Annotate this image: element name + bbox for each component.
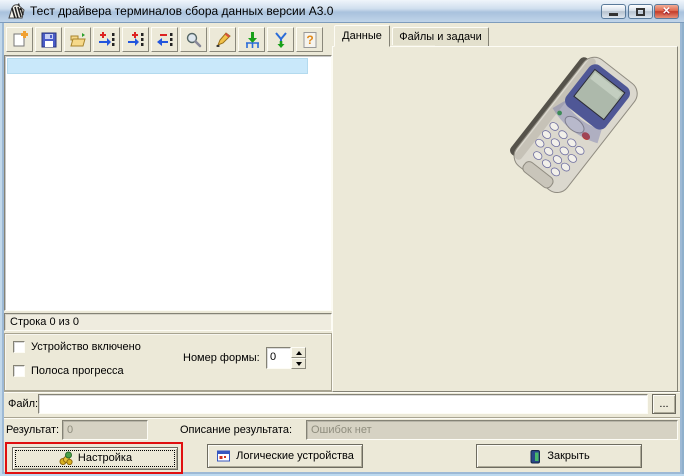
tab-files-tasks[interactable]: Файлы и задачи <box>392 27 489 47</box>
progress-bar-label: Полоса прогресса <box>31 365 124 378</box>
form-number-spinner[interactable]: 0 <box>266 347 306 369</box>
separator <box>4 417 680 419</box>
result-description-field: Ошибок нет <box>306 420 678 440</box>
minimize-icon <box>609 13 618 16</box>
settings-hand-icon <box>58 451 73 466</box>
settings-button[interactable]: Настройка <box>12 447 178 470</box>
form-number-label: Номер формы: <box>183 352 260 365</box>
spin-down-button[interactable] <box>291 358 306 369</box>
toolbar-new-button[interactable] <box>6 27 33 52</box>
maximize-icon <box>636 8 645 16</box>
device-on-label: Устройство включено <box>31 341 141 354</box>
help-icon: ? <box>301 31 319 49</box>
exit-door-icon <box>528 449 542 464</box>
result-label: Результат: <box>6 424 59 437</box>
arrow-down-icon <box>296 362 302 366</box>
close-app-label: Закрыть <box>547 450 589 463</box>
minimize-button[interactable] <box>601 4 626 19</box>
tab-data-label: Данные <box>342 30 382 43</box>
logical-devices-button[interactable]: Логические устройства <box>207 444 363 468</box>
svg-text:?: ? <box>306 33 313 47</box>
app-window: Тест драйвера терминалов сбора данных ве… <box>0 0 684 476</box>
zebra-icon <box>7 3 26 20</box>
toolbar-add-record-button[interactable] <box>122 27 149 52</box>
save-icon <box>40 31 58 49</box>
toolbar-post-button[interactable] <box>238 27 265 52</box>
edit-clear-icon <box>214 31 232 49</box>
titlebar[interactable]: Тест драйвера терминалов сбора данных ве… <box>0 0 684 23</box>
insert-record-icon <box>98 31 116 49</box>
close-app-button[interactable]: Закрыть <box>476 444 642 468</box>
window-title: Тест драйвера терминалов сбора данных ве… <box>30 5 333 18</box>
browse-button[interactable]: ... <box>652 394 676 414</box>
toolbar-insert-record-button[interactable] <box>93 27 120 52</box>
file-path-field[interactable] <box>38 394 648 414</box>
add-record-icon <box>127 31 145 49</box>
remove-record-icon <box>156 31 174 49</box>
toolbar-edit-button[interactable] <box>209 27 236 52</box>
toolbar-commit-button[interactable] <box>267 27 294 52</box>
toolbar-search-button[interactable] <box>180 27 207 52</box>
tab-data[interactable]: Данные <box>334 25 390 47</box>
file-label: Файл: <box>8 398 38 411</box>
open-folder-icon <box>69 31 87 49</box>
result-field: 0 <box>62 420 148 440</box>
result-description-label: Описание результата: <box>180 424 292 437</box>
toolbar-remove-record-button[interactable] <box>151 27 178 52</box>
settings-label: Настройка <box>78 452 132 465</box>
maximize-button[interactable] <box>628 4 653 19</box>
device-on-checkbox[interactable] <box>13 341 25 353</box>
logical-devices-label: Логические устройства <box>236 450 354 463</box>
toolbar-help-button[interactable]: ? <box>296 27 323 52</box>
terminal-device-image <box>495 56 675 206</box>
close-icon: ✕ <box>662 7 670 17</box>
data-grid[interactable] <box>4 55 332 311</box>
logical-devices-icon <box>216 449 231 463</box>
tab-files-tasks-label: Файлы и задачи <box>399 31 482 44</box>
arrow-up-icon <box>296 351 302 355</box>
toolbar-save-button[interactable] <box>35 27 62 52</box>
new-file-icon <box>11 31 29 49</box>
status-text: Строка 0 из 0 <box>10 316 79 328</box>
search-icon <box>185 31 203 49</box>
status-bar: Строка 0 из 0 <box>4 313 332 331</box>
form-number-value[interactable]: 0 <box>266 347 291 369</box>
commit-icon <box>272 31 290 49</box>
spin-up-button[interactable] <box>291 347 306 358</box>
post-data-icon <box>243 31 261 49</box>
grid-selected-row[interactable] <box>7 58 308 74</box>
close-button[interactable]: ✕ <box>654 4 679 19</box>
browse-label: ... <box>659 398 668 411</box>
toolbar-open-button[interactable] <box>64 27 91 52</box>
progress-bar-checkbox[interactable] <box>13 365 25 377</box>
